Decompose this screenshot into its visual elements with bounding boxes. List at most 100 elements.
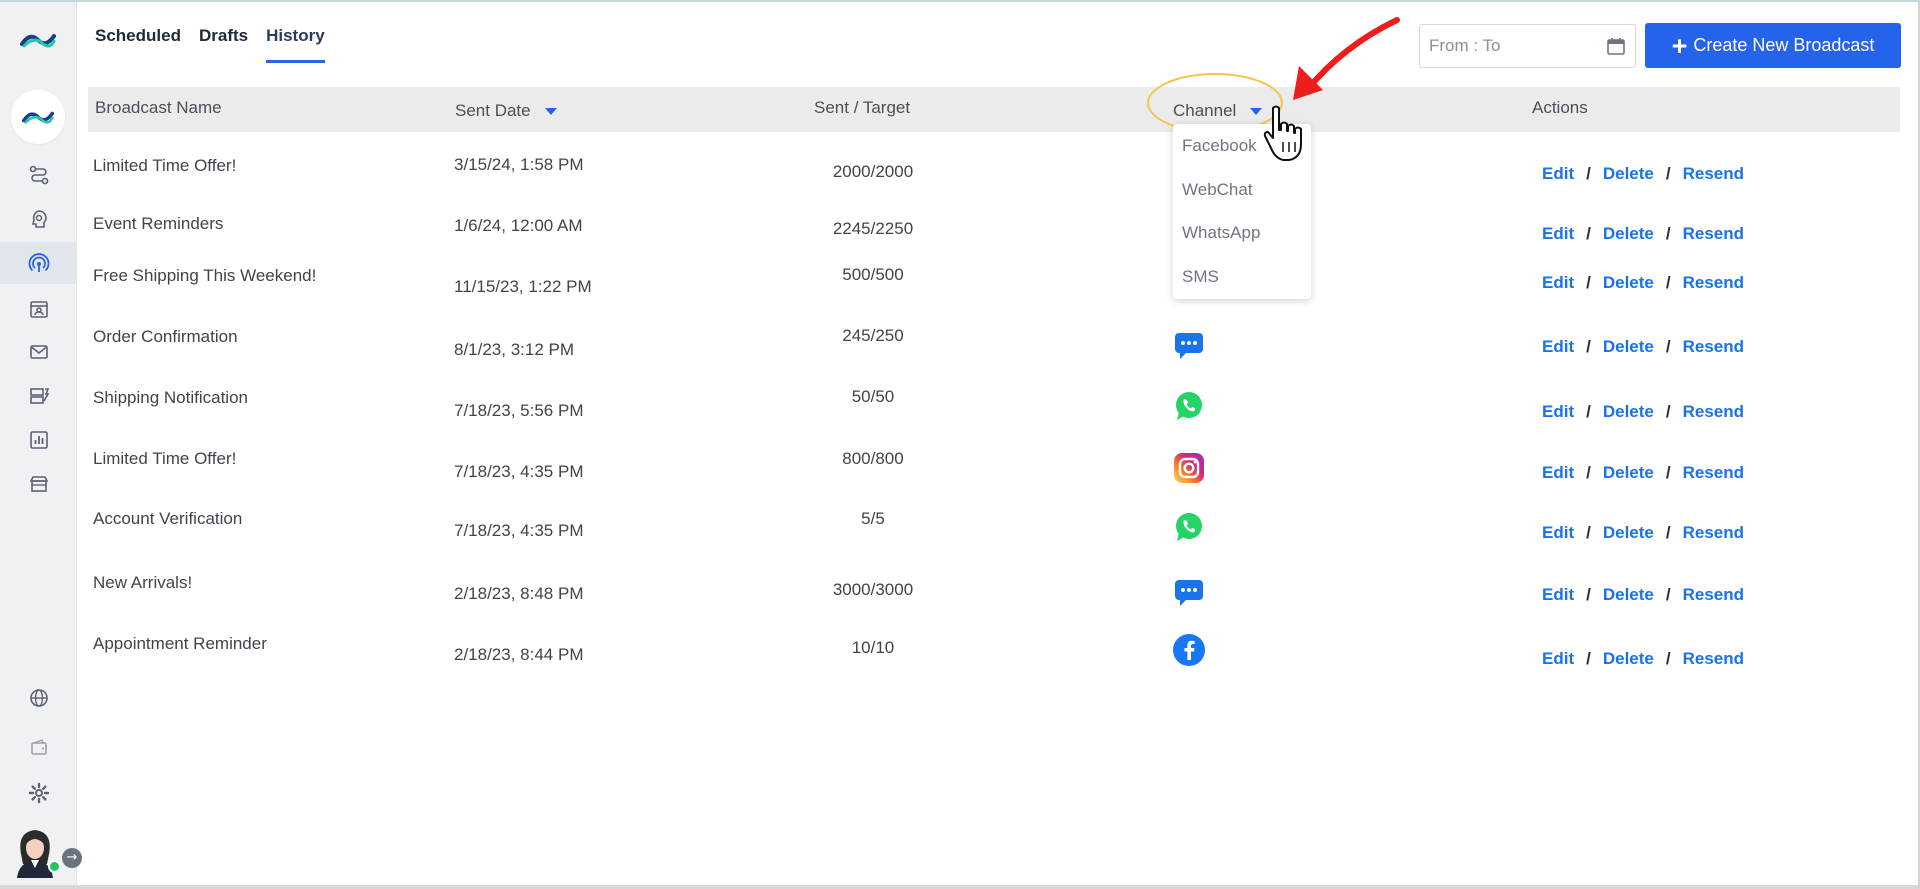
resend-link[interactable]: Resend [1683,164,1744,184]
sidebar-item-store[interactable] [0,463,77,505]
sidebar-item-analytics[interactable] [0,419,77,461]
sidebar-item-contacts[interactable] [0,288,77,330]
action-separator: / [1665,649,1671,668]
row-actions: Edit / Delete / Resend [1542,649,1744,669]
resend-link[interactable]: Resend [1683,337,1744,357]
column-header-sent-target: Sent / Target [814,98,911,117]
action-separator: / [1586,273,1591,292]
delete-link[interactable]: Delete [1603,463,1654,483]
create-new-broadcast-button[interactable]: + Create New Broadcast [1645,23,1901,68]
sidebar-item-campaigns[interactable] [0,375,77,417]
dropdown-option-whatsapp[interactable]: WhatsApp [1182,223,1260,243]
app-logo-icon[interactable] [20,30,56,50]
sent-date-cell: 7/18/23, 4:35 PM [454,521,584,540]
broadcast-name-cell: Order Confirmation [93,327,238,346]
edit-link[interactable]: Edit [1542,164,1574,184]
edit-link[interactable]: Edit [1542,273,1574,293]
edit-link[interactable]: Edit [1542,523,1574,543]
sent-target-cell: 2245/2250 [832,219,914,238]
table-row: Event Reminders 1/6/24, 12:00 AM 2245/2250… [88,203,1900,263]
action-separator: / [1586,164,1591,183]
expand-sidebar-icon[interactable]: → [62,848,82,868]
calendar-icon[interactable] [1606,36,1626,56]
edit-link[interactable]: Edit [1542,463,1574,483]
edit-link[interactable]: Edit [1542,402,1574,422]
delete-link[interactable]: Delete [1603,164,1654,184]
action-separator: / [1665,337,1671,356]
sent-date-cell: 2/18/23, 8:44 PM [454,645,584,664]
resend-link[interactable]: Resend [1683,463,1744,483]
broadcast-name-cell: Free Shipping This Weekend! [93,266,317,285]
action-separator: / [1665,585,1671,604]
table-row: Limited Time Offer! 3/15/24, 1:58 PM 2000/… [88,142,1900,202]
resend-link[interactable]: Resend [1683,523,1744,543]
delete-link[interactable]: Delete [1603,337,1654,357]
table-row: Account Verification 7/18/23, 4:35 PM 5/5 E… [88,506,1900,566]
broadcast-icon [28,253,49,272]
sent-target-cell: 3000/3000 [832,580,914,599]
tab-drafts[interactable]: Drafts [199,26,248,63]
sent-date-cell: 2/18/23, 8:48 PM [454,584,584,603]
action-separator: / [1665,523,1671,542]
action-separator: / [1586,402,1591,421]
sent-target-cell: 800/800 [842,449,904,468]
facebook-icon [1172,633,1206,667]
broadcast-tabs: Scheduled Drafts History [95,26,325,63]
edit-link[interactable]: Edit [1542,337,1574,357]
sidebar-item-flows[interactable] [0,154,77,196]
sidebar-item-broadcast[interactable] [0,242,77,284]
sidebar: → [0,2,82,885]
row-actions: Edit / Delete / Resend [1542,337,1744,357]
column-header-actions: Actions [1532,98,1588,117]
instagram-icon [1172,451,1206,485]
create-button-label: Create New Broadcast [1693,35,1875,55]
table-header: Broadcast Name Sent Date Sent / Target C… [88,87,1900,132]
delete-link[interactable]: Delete [1603,402,1654,422]
sort-caret-icon[interactable] [544,108,557,116]
resend-link[interactable]: Resend [1683,224,1744,244]
online-status-badge [48,860,61,873]
table-row: New Arrivals! 2/18/23, 8:48 PM 3000/3000 Ed… [88,567,1900,627]
tab-history[interactable]: History [266,26,325,63]
delete-link[interactable]: Delete [1603,585,1654,605]
row-actions: Edit / Delete / Resend [1542,585,1744,605]
sidebar-item-language[interactable] [0,677,77,719]
column-header-sent-date[interactable]: Sent Date [455,101,557,121]
dropdown-option-facebook[interactable]: Facebook [1182,136,1257,156]
delete-link[interactable]: Delete [1603,273,1654,293]
sidebar-item-inbox[interactable] [0,331,77,373]
route-icon [29,165,48,185]
sidebar-item-ai[interactable] [0,198,77,240]
tab-scheduled[interactable]: Scheduled [95,26,181,63]
broadcast-name-cell: Limited Time Offer! [93,449,237,468]
delete-link[interactable]: Delete [1603,649,1654,669]
edit-link[interactable]: Edit [1542,585,1574,605]
row-actions: Edit / Delete / Resend [1542,164,1744,184]
whatsapp-icon [1172,389,1206,423]
action-separator: / [1665,463,1671,482]
sidebar-item-settings[interactable] [0,772,77,814]
edit-link[interactable]: Edit [1542,224,1574,244]
table-row: Shipping Notification 7/18/23, 5:56 PM 50/… [88,385,1900,445]
date-range-input[interactable] [1420,25,1590,67]
workspace-avatar[interactable] [11,90,65,144]
resend-link[interactable]: Resend [1683,402,1744,422]
row-actions: Edit / Delete / Resend [1542,273,1744,293]
edit-link[interactable]: Edit [1542,649,1574,669]
sidebar-item-wallet[interactable] [0,726,77,768]
dropdown-option-webchat[interactable]: WebChat [1182,180,1253,200]
action-separator: / [1665,273,1671,292]
broadcast-name-cell: Limited Time Offer! [93,156,237,175]
resend-link[interactable]: Resend [1683,585,1744,605]
campaign-icon [29,388,49,404]
row-actions: Edit / Delete / Resend [1542,402,1744,422]
dropdown-option-sms[interactable]: SMS [1182,267,1219,287]
date-range-picker[interactable] [1419,24,1636,68]
delete-link[interactable]: Delete [1603,523,1654,543]
broadcast-name-cell: Event Reminders [93,214,224,233]
plus-icon: + [1671,30,1688,61]
sent-target-cell: 5/5 [861,509,885,528]
delete-link[interactable]: Delete [1603,224,1654,244]
resend-link[interactable]: Resend [1683,273,1744,293]
resend-link[interactable]: Resend [1683,649,1744,669]
